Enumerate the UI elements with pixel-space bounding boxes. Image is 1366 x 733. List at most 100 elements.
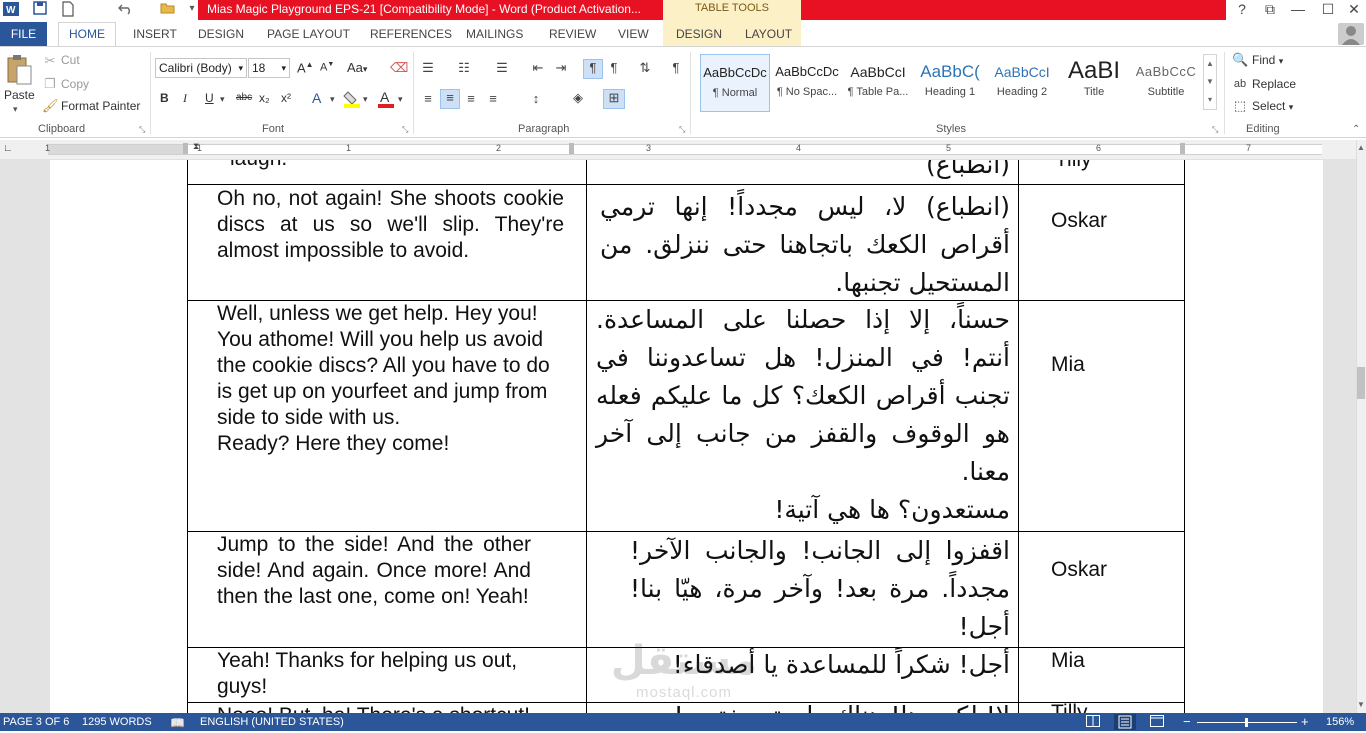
close-button[interactable]: ✕ [1340,0,1366,20]
zoom-level[interactable]: 156% [1326,716,1354,728]
english-text[interactable]: Jump to the side! And the other side! An… [217,532,531,610]
web-layout-icon[interactable] [1150,715,1164,730]
font-color-icon[interactable]: A [377,89,395,111]
borders-icon[interactable]: ⊞ [603,89,625,109]
english-text[interactable]: Oh no, not again! She shoots cookie disc… [217,186,564,264]
speaker-name[interactable]: Oskar [1051,558,1107,582]
vertical-scrollbar[interactable] [1356,140,1366,713]
scroll-down-icon[interactable]: ▼ [1357,700,1365,709]
cut-button[interactable]: Cut [61,53,80,67]
numbering-icon[interactable]: ☷ [456,60,472,76]
clipboard-launcher-icon[interactable]: ⤡ [139,125,145,135]
arabic-text[interactable]: (انطباع) لا، ليس مجدداً! إنها ترمي أقراص… [600,188,1010,302]
open-folder-icon[interactable] [160,1,176,17]
speaker-name[interactable]: Tilly [1055,160,1092,172]
copy-button[interactable]: Copy [61,77,89,91]
ruler-column-marker[interactable] [1180,143,1185,154]
word-app-icon[interactable]: W [3,1,19,17]
tab-references[interactable]: REFERENCES [370,22,452,46]
paste-icon[interactable] [6,54,32,86]
tab-home[interactable]: HOME [58,22,116,47]
speaker-name[interactable]: Mia [1051,649,1085,673]
style-no-spacing[interactable]: AaBbCcDc ¶ No Spac... [772,54,842,112]
bold-button[interactable]: B [160,91,169,105]
styles-launcher-icon[interactable]: ⤡ [1212,125,1218,135]
zoom-in-button[interactable]: + [1301,714,1309,729]
cut-icon[interactable]: ✂ [42,53,58,69]
speaker-name[interactable]: Mia [1051,353,1085,377]
underline-button[interactable]: U [205,91,214,105]
font-name-dropdown[interactable]: Calibri (Body) ▾ [155,58,247,78]
align-center-icon[interactable]: ≡ [440,89,460,109]
style-heading-2[interactable]: AaBbCcI Heading 2 [987,54,1057,112]
styles-scroll[interactable]: ▲ ▼ ▾ [1203,54,1217,110]
tab-view[interactable]: VIEW [618,22,649,46]
style-subtitle[interactable]: AaBbCcC Subtitle [1131,54,1201,112]
subscript-button[interactable]: x₂ [259,91,270,105]
find-icon[interactable]: 🔍 [1232,52,1248,68]
font-color-dropdown-icon[interactable]: ▾ [398,94,403,105]
format-painter-icon[interactable]: 🖌 [42,98,59,114]
language-indicator[interactable]: ENGLISH (UNITED STATES) [200,716,344,728]
undo-icon[interactable] [118,1,134,17]
tab-page-layout[interactable]: PAGE LAYOUT [267,22,350,46]
tab-review[interactable]: REVIEW [549,22,596,46]
new-document-icon[interactable] [60,1,76,17]
tab-file[interactable]: FILE [0,22,47,46]
style-heading-1[interactable]: AaBbC( Heading 1 [915,54,985,112]
shrink-font-icon[interactable]: A▼ [320,61,334,74]
paste-button[interactable]: Paste [4,88,35,102]
paragraph-launcher-icon[interactable]: ⤡ [679,125,685,135]
maximize-button[interactable]: ☐ [1314,0,1342,20]
rtl-direction-icon[interactable]: ¶ [606,60,622,76]
replace-icon[interactable]: ab [1232,76,1248,92]
arabic-text[interactable]: اقفزوا إلى الجانب! والجانب الآخر! مجدداً… [630,532,1010,646]
highlight-color-icon[interactable] [343,90,361,111]
tab-mailings[interactable]: MAILINGS [466,22,523,46]
tab-selector-icon[interactable]: ∟ [3,143,13,154]
zoom-out-button[interactable]: − [1183,714,1191,729]
style-table-paragraph[interactable]: AaBbCcI ¶ Table Pa... [843,54,913,112]
style-normal[interactable]: AaBbCcDc ¶ Normal [700,54,770,112]
shading-icon[interactable]: ◈ [570,90,586,106]
scroll-up-icon[interactable]: ▲ [1357,143,1365,152]
minimize-button[interactable]: — [1284,0,1312,20]
word-count[interactable]: 1295 WORDS [82,716,152,728]
ribbon-display-options-button[interactable]: ⧉ [1256,0,1284,20]
select-icon[interactable]: ⬚ [1232,98,1248,114]
tab-design[interactable]: DESIGN [198,22,244,46]
page-count[interactable]: PAGE 3 OF 6 [3,716,69,728]
user-avatar[interactable] [1338,23,1364,45]
arabic-text[interactable]: حسناً، إلا إذا حصلنا على المساعدة. أنتم!… [596,301,1010,529]
font-size-dropdown[interactable]: 18 ▾ [248,58,290,78]
clear-formatting-icon[interactable]: ⌫ [390,60,408,76]
increase-indent-icon[interactable]: ⇥ [553,60,569,76]
superscript-button[interactable]: x² [281,91,291,105]
bullets-icon[interactable]: ☰ [420,60,436,76]
multilevel-list-icon[interactable]: ☰ [494,60,510,76]
copy-icon[interactable]: ❐ [42,76,58,92]
line-spacing-icon[interactable]: ↕ [528,91,544,107]
ruler-column-marker[interactable] [569,143,574,154]
italic-button[interactable]: I [183,91,187,106]
align-right-icon[interactable]: ≡ [463,91,479,107]
align-left-icon[interactable]: ≡ [420,91,436,107]
text-effects-icon[interactable]: A [312,90,321,106]
english-text[interactable]: Well, unless we get help. Hey you! You a… [217,301,567,457]
proofing-icon[interactable]: 📖 [170,716,185,730]
change-case-button[interactable]: Aa▾ [347,60,367,75]
ltr-direction-icon[interactable]: ¶ [583,59,603,79]
save-icon[interactable] [32,1,48,17]
highlight-dropdown-icon[interactable]: ▾ [363,94,368,105]
format-painter-button[interactable]: Format Painter [61,99,140,113]
grow-font-icon[interactable]: A▲ [297,60,314,75]
replace-button[interactable]: Replace [1252,77,1296,91]
find-button[interactable]: Find ▾ [1252,53,1283,67]
help-button[interactable]: ? [1228,0,1256,20]
sort-icon[interactable]: ⇅ [637,60,653,76]
tab-insert[interactable]: INSERT [133,22,177,46]
zoom-slider-thumb[interactable] [1245,718,1248,727]
scrollbar-thumb[interactable] [1357,367,1365,399]
text-effects-dropdown-icon[interactable]: ▾ [330,94,335,105]
print-layout-button[interactable] [1114,714,1136,730]
